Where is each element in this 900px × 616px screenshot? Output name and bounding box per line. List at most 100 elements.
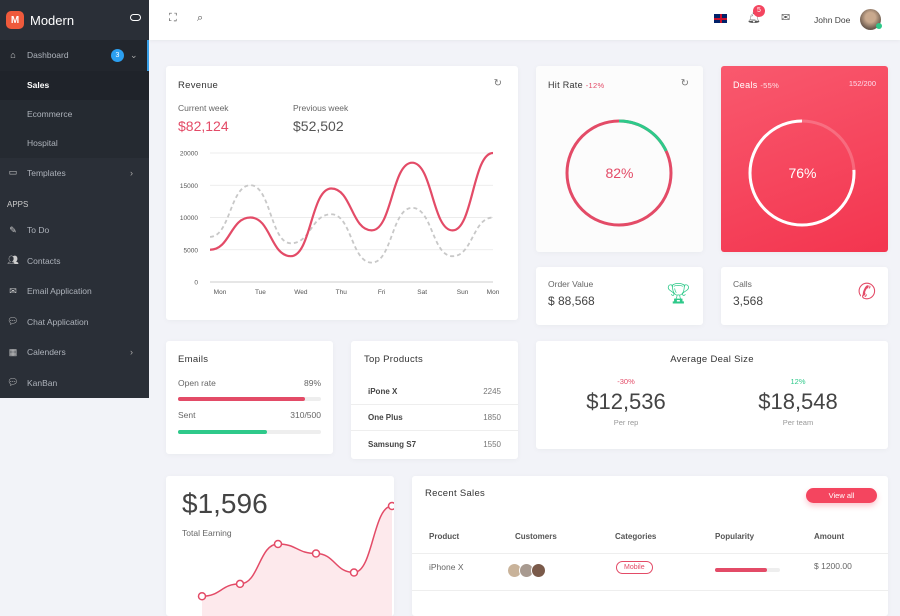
view-all-button[interactable]: View all [806, 488, 877, 503]
sidebar-item-ecommerce[interactable]: Ecommerce [0, 100, 149, 129]
per-rep-stat: -30% $12,536 Per rep [556, 377, 696, 427]
header: ⛶ ⌕ 🔔︎ 5 ✉ John Doe [149, 0, 900, 40]
avatar[interactable] [531, 563, 546, 578]
sidebar-item-chat-application[interactable]: 💬︎ Chat Application [0, 307, 149, 338]
hit-rate-card: Hit Rate -12% ↻ 82% [536, 66, 703, 252]
sidebar-item-label: KanBan [27, 377, 58, 388]
x-tick-label: Fri [378, 289, 386, 296]
sidebar-item-label: Dashboard [27, 50, 69, 61]
column-header: Customers [515, 532, 557, 541]
card-title: Recent Sales [425, 488, 486, 499]
sidebar-item-to-do[interactable]: ✎ To Do [0, 215, 149, 246]
team-label: Per team [782, 418, 814, 427]
sent-bar [178, 430, 321, 434]
product-cell: iPhone X [429, 562, 464, 572]
card-title: Average Deal Size [670, 354, 754, 365]
users-icon: 👥︎ [7, 255, 19, 266]
edit-icon: ✎ [9, 224, 17, 235]
logo-icon: M [6, 11, 24, 29]
monitor-icon: ▭ [8, 167, 18, 178]
product-name: iPone X [368, 387, 398, 396]
calls-card: Calls 3,568 ✆ [721, 267, 888, 325]
chat-icon: 💬︎ [7, 316, 19, 327]
sidebar-item-sales[interactable]: Sales [0, 70, 149, 100]
logo[interactable]: M Modern [0, 0, 149, 40]
open-rate-value: 89% [303, 378, 321, 388]
product-value: 1850 [483, 413, 501, 422]
rep-value: $12,536 [586, 389, 666, 414]
open-rate-label: Open rate [178, 378, 216, 388]
sidebar-item-contacts[interactable]: 👥︎ Contacts [0, 246, 149, 277]
column-header: Amount [814, 532, 845, 541]
rep-change: -30% [617, 377, 635, 386]
deals-value: 76% [788, 165, 817, 181]
customer-avatars [507, 563, 546, 578]
product-value: 1550 [483, 439, 501, 449]
earning-point [197, 592, 207, 601]
order-value: $ 88,568 [548, 294, 595, 308]
product-name: One Plus [368, 413, 403, 422]
product-row[interactable]: Samsung S7 1550 [351, 431, 518, 457]
dashboard-badge: 3 [111, 49, 124, 62]
series-line [209, 184, 494, 264]
emails-card: Emails Open rate 89% Sent 310/500 [166, 341, 333, 454]
hit-rate-gauge [565, 119, 673, 227]
sidebar-item-label: Email Application [27, 286, 92, 297]
chat-icon: 💬︎ [7, 377, 19, 388]
sidebar-item-hospital[interactable]: Hospital [0, 129, 149, 158]
sidebar-item-email-application[interactable]: ✉ Email Application [0, 276, 149, 307]
product-row[interactable]: iPone X 2245 [351, 379, 518, 405]
earning-point [387, 501, 394, 511]
deals-card: Deals -55% 152/200 76% [721, 66, 888, 252]
earning-point [235, 579, 245, 589]
app-name: Modern [30, 12, 75, 28]
x-tick-label: Wed [294, 289, 308, 296]
column-header: Popularity [715, 532, 755, 541]
chevron-right-icon: › [130, 347, 133, 358]
earning-point [349, 568, 359, 577]
sidebar-item-dashboard[interactable]: ⌂ Dashboard 3 ⌄ [0, 40, 149, 71]
search-icon[interactable]: ⌕ [197, 12, 203, 25]
sidebar-item-label: Contacts [27, 255, 61, 266]
x-tick-label: Sun [457, 289, 469, 296]
y-tick-label: 10000 [180, 215, 198, 222]
product-name: Samsung S7 [368, 439, 417, 449]
user-name[interactable]: John Doe [814, 15, 850, 25]
hit-rate-value: 82% [605, 165, 634, 181]
sidebar-item-label: Templates [27, 167, 66, 178]
chevron-right-icon: › [130, 167, 133, 178]
column-header: Categories [615, 532, 657, 541]
x-tick-label: Mon [487, 289, 500, 296]
rep-label: Per rep [613, 418, 639, 427]
y-tick-label: 15000 [180, 183, 198, 190]
table-row[interactable]: iPhone X Mobile $ 1200.00 [412, 555, 888, 591]
average-deal-card: Average Deal Size -30% $12,536 Per rep 1… [536, 341, 888, 449]
card-title: Top Products [364, 354, 424, 365]
y-tick-label: 20000 [180, 151, 198, 158]
uk-flag-icon[interactable] [714, 14, 727, 23]
order-value-label: Order Value [548, 279, 594, 289]
top-products-card: Top Products iPone X 2245 One Plus 1850 Sams… [351, 341, 518, 459]
chevron-down-icon: ⌄ [130, 49, 138, 60]
fullscreen-icon[interactable]: ⛶ [169, 12, 177, 25]
sidebar-item-label: To Do [27, 225, 50, 236]
sent-label: Sent [178, 410, 196, 420]
sidebar-item-label: Chat Application [27, 316, 89, 327]
sent-value: 310/500 [290, 410, 321, 420]
home-icon: ⌂ [10, 50, 16, 61]
toggle-icon[interactable] [130, 14, 141, 21]
per-team-stat: 12% $18,548 Per team [728, 377, 868, 427]
sidebar: M Modern ⌂ Dashboard 3 ⌄ Sales Ecommerce Hos… [0, 0, 149, 398]
mail-icon: ✉ [9, 285, 17, 296]
earning-point [311, 549, 321, 558]
sidebar-item-templates[interactable]: ▭ Templates › [0, 158, 149, 189]
revenue-card: Revenue ↻ Current week $82,124 Previous … [166, 66, 518, 320]
sidebar-item-kanban[interactable]: 💬︎ KanBan [0, 368, 149, 399]
product-row[interactable]: One Plus 1850 [351, 405, 518, 431]
trophy-icon: 🏆︎ [665, 283, 691, 305]
order-value-card: Order Value $ 88,568 🏆︎ [536, 267, 703, 325]
total-earning-card: $1,596 Total Earning [166, 476, 394, 616]
revenue-chart: 20000 15000 10000 5000 0 Mon Tue Wed Thu Fri Sat Su… [180, 151, 500, 297]
sidebar-item-calenders[interactable]: ▦ Calenders › [0, 337, 149, 368]
mail-icon[interactable]: ✉ [781, 11, 790, 24]
